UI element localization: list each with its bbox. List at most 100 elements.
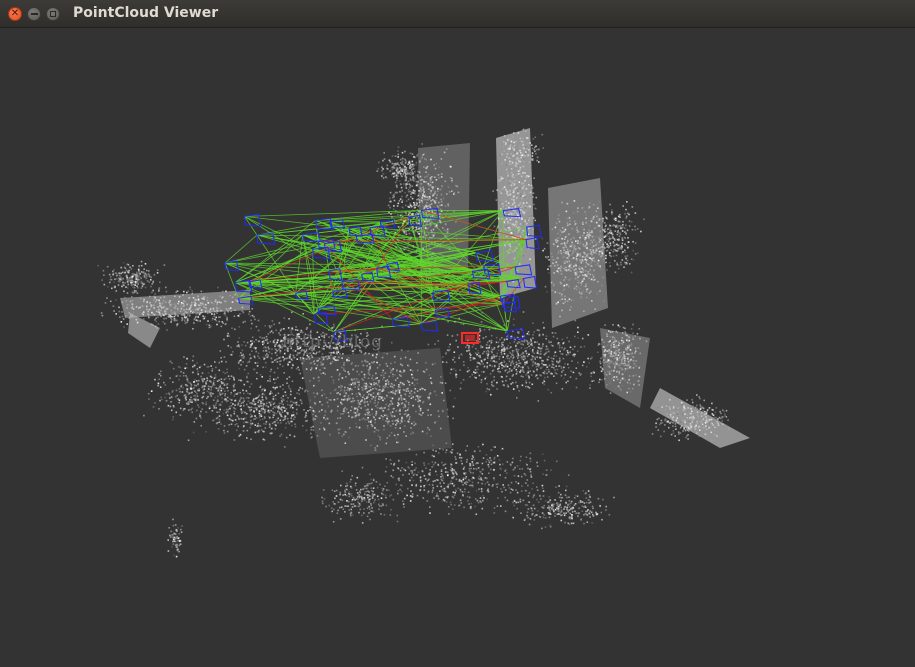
cloud-point bbox=[313, 384, 315, 387]
cloud-point bbox=[400, 399, 403, 401]
cloud-point bbox=[214, 396, 217, 399]
cloud-point bbox=[540, 347, 543, 350]
cloud-point bbox=[580, 261, 583, 264]
minimize-button[interactable] bbox=[27, 7, 41, 21]
cloud-point bbox=[259, 336, 261, 338]
cloud-point bbox=[210, 301, 213, 304]
cloud-point bbox=[431, 181, 434, 184]
cloud-point bbox=[571, 360, 573, 362]
cloud-point bbox=[168, 310, 171, 312]
cloud-point bbox=[686, 435, 688, 437]
cloud-point bbox=[272, 340, 275, 342]
cloud-point bbox=[373, 430, 376, 433]
cloud-point bbox=[314, 403, 317, 405]
cloud-point bbox=[312, 425, 314, 428]
cloud-point bbox=[250, 383, 253, 385]
cloud-point bbox=[528, 387, 531, 389]
cloud-point bbox=[408, 381, 410, 383]
cloud-point bbox=[225, 361, 227, 363]
cloud-point bbox=[370, 389, 372, 391]
cloud-point bbox=[353, 383, 355, 386]
cloud-point bbox=[575, 249, 577, 252]
cloud-point bbox=[494, 365, 496, 367]
cloud-point bbox=[371, 425, 374, 428]
cloud-point bbox=[493, 346, 496, 349]
cloud-point bbox=[560, 273, 563, 275]
cloud-point bbox=[301, 362, 304, 365]
cloud-point bbox=[398, 180, 401, 182]
cloud-point bbox=[591, 246, 593, 249]
cloud-point bbox=[269, 340, 272, 343]
3d-viewport[interactable]: http://blog bbox=[0, 28, 915, 667]
cloud-point bbox=[712, 424, 714, 426]
cloud-point bbox=[263, 357, 266, 360]
cloud-point bbox=[173, 306, 175, 309]
close-button[interactable]: ✕ bbox=[8, 7, 22, 21]
cloud-point bbox=[531, 358, 534, 360]
cloud-point bbox=[489, 359, 492, 362]
cloud-point bbox=[185, 316, 188, 318]
cloud-point bbox=[492, 360, 494, 362]
cloud-point bbox=[379, 389, 381, 391]
cloud-point bbox=[455, 221, 457, 223]
cloud-point bbox=[563, 377, 565, 380]
cloud-point bbox=[356, 409, 359, 411]
cloud-point bbox=[566, 248, 569, 251]
cloud-point bbox=[585, 366, 588, 368]
cloud-point bbox=[584, 265, 587, 268]
cloud-point bbox=[443, 399, 445, 402]
cloud-point bbox=[586, 260, 589, 262]
pointcloud-canvas[interactable] bbox=[0, 28, 915, 667]
cloud-point bbox=[295, 367, 298, 370]
cloud-point bbox=[727, 419, 729, 421]
cloud-point bbox=[409, 190, 411, 193]
cloud-point bbox=[229, 407, 231, 410]
cloud-point bbox=[212, 404, 215, 407]
cloud-point bbox=[405, 400, 407, 403]
cloud-point bbox=[286, 400, 288, 403]
cloud-point bbox=[500, 362, 502, 365]
cloud-point bbox=[282, 356, 284, 358]
cloud-point bbox=[378, 385, 381, 388]
cloud-point bbox=[565, 251, 567, 253]
cloud-point bbox=[585, 283, 587, 286]
cloud-point bbox=[270, 390, 272, 393]
cloud-point bbox=[514, 338, 516, 341]
cloud-point bbox=[229, 294, 231, 297]
cloud-point bbox=[363, 385, 365, 387]
cloud-point bbox=[423, 371, 426, 373]
cloud-point bbox=[527, 385, 529, 388]
cloud-point bbox=[534, 219, 536, 222]
cloud-point bbox=[589, 387, 591, 389]
cloud-point bbox=[520, 356, 523, 358]
cloud-point bbox=[296, 408, 298, 411]
cloud-point bbox=[218, 316, 220, 319]
cloud-point bbox=[245, 417, 247, 419]
cloud-point bbox=[275, 329, 277, 332]
cloud-point bbox=[419, 388, 421, 391]
cloud-point bbox=[506, 218, 508, 220]
cloud-point bbox=[512, 196, 514, 198]
cloud-point bbox=[234, 400, 236, 402]
cloud-point bbox=[422, 179, 425, 182]
cloud-point bbox=[479, 356, 481, 359]
cloud-point bbox=[355, 414, 358, 417]
cloud-point bbox=[427, 173, 430, 176]
cloud-point bbox=[289, 393, 292, 396]
maximize-button[interactable] bbox=[46, 7, 60, 21]
cloud-point bbox=[158, 287, 161, 289]
cloud-point bbox=[449, 176, 452, 179]
cloud-point bbox=[392, 208, 395, 211]
cloud-point bbox=[679, 432, 682, 434]
cloud-point bbox=[273, 359, 276, 362]
cloud-point bbox=[414, 178, 416, 180]
cloud-point bbox=[531, 351, 534, 353]
cloud-point bbox=[226, 318, 228, 320]
cloud-point bbox=[185, 308, 188, 311]
cloud-point bbox=[496, 381, 498, 384]
cloud-point bbox=[566, 222, 569, 224]
cloud-point bbox=[302, 313, 304, 315]
cloud-point bbox=[177, 322, 179, 325]
cloud-point bbox=[597, 291, 600, 293]
cloud-point bbox=[587, 357, 589, 360]
